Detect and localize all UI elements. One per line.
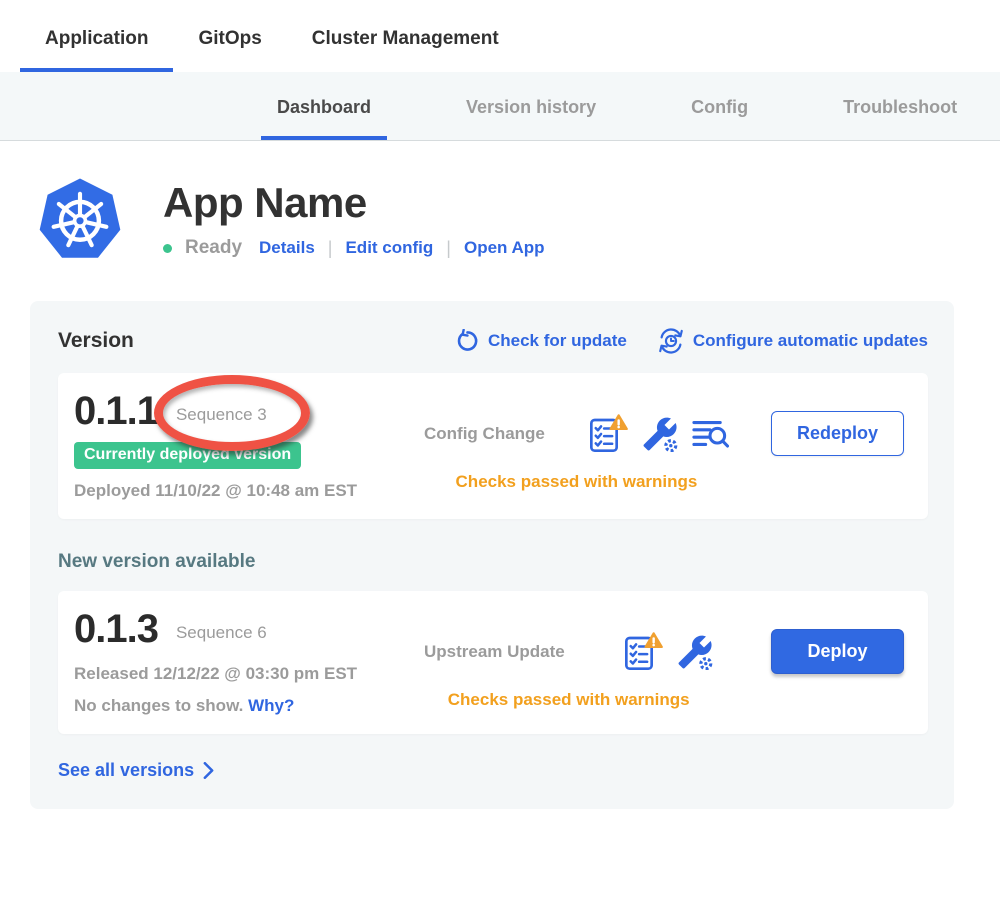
current-checks-status: Checks passed with warnings (424, 472, 729, 492)
available-version-sequence: Sequence 6 (176, 623, 267, 643)
configure-automatic-updates-label: Configure automatic updates (693, 331, 928, 351)
refresh-icon (455, 329, 480, 354)
current-version-number: 0.1.1 (74, 389, 158, 434)
ready-status-dot-icon (163, 244, 172, 253)
status-row: Ready Details | Edit config | Open App (163, 237, 545, 259)
no-changes-text: No changes to show. (74, 696, 243, 715)
no-changes-row: No changes to show. Why? (74, 696, 424, 716)
preflight-checklist-warning-icon[interactable] (587, 414, 629, 454)
version-heading: Version (58, 329, 134, 353)
current-version-source: Config Change (424, 424, 545, 444)
divider: | (446, 238, 451, 259)
check-for-update-link[interactable]: Check for update (455, 329, 627, 354)
configure-automatic-updates-link[interactable]: Configure automatic updates (657, 327, 928, 355)
current-version-info: 0.1.1 Sequence 3 Currently deployed vers… (74, 389, 424, 501)
chevron-right-icon (203, 762, 214, 779)
currently-deployed-badge: Currently deployed version (74, 442, 301, 469)
available-version-card: 0.1.3 Sequence 6 Released 12/12/22 @ 03:… (58, 591, 928, 734)
available-version-actions: Upstream Update (424, 607, 904, 710)
auto-update-clock-icon (657, 327, 685, 355)
tab-version-history[interactable]: Version history (450, 72, 612, 140)
version-panel-actions: Check for update Configure automatic upd… (455, 327, 928, 355)
wrench-gear-icon[interactable] (642, 416, 678, 452)
tab-config[interactable]: Config (675, 72, 764, 140)
details-link[interactable]: Details (259, 238, 315, 258)
see-all-versions-link[interactable]: See all versions (58, 760, 928, 781)
wrench-gear-icon[interactable] (677, 634, 713, 670)
check-for-update-label: Check for update (488, 331, 627, 351)
new-version-heading: New version available (58, 551, 928, 573)
tab-application[interactable]: Application (20, 0, 173, 72)
app-header: App Name Ready Details | Edit config | O… (0, 141, 1000, 267)
deployed-timestamp: Deployed 11/10/22 @ 10:48 am EST (74, 481, 424, 501)
redeploy-button[interactable]: Redeploy (771, 411, 904, 456)
open-app-link[interactable]: Open App (464, 238, 545, 258)
available-checks-status: Checks passed with warnings (424, 690, 713, 710)
current-version-sequence: Sequence 3 (176, 405, 267, 425)
released-timestamp: Released 12/12/22 @ 03:30 pm EST (74, 664, 424, 684)
why-link[interactable]: Why? (248, 696, 294, 715)
available-version-info: 0.1.3 Sequence 6 Released 12/12/22 @ 03:… (74, 607, 424, 716)
available-version-check-icons (622, 632, 713, 672)
tab-gitops[interactable]: GitOps (173, 0, 286, 72)
app-header-text: App Name Ready Details | Edit config | O… (163, 179, 545, 259)
available-version-number: 0.1.3 (74, 607, 158, 652)
edit-config-link[interactable]: Edit config (345, 238, 433, 258)
see-all-versions-label: See all versions (58, 760, 194, 781)
version-panel: Version Check for update (30, 301, 954, 809)
tab-troubleshoot[interactable]: Troubleshoot (827, 72, 973, 140)
current-version-actions: Config Change (424, 389, 904, 492)
sub-nav: Dashboard Version history Config Trouble… (0, 72, 1000, 141)
version-panel-header: Version Check for update (58, 327, 928, 355)
tab-cluster-management[interactable]: Cluster Management (287, 0, 524, 72)
divider: | (328, 238, 333, 259)
deploy-button[interactable]: Deploy (771, 629, 904, 674)
preflight-checklist-warning-icon[interactable] (622, 632, 664, 672)
current-version-check-icons (587, 414, 729, 454)
top-nav: Application GitOps Cluster Management (0, 0, 1000, 72)
kubernetes-logo-icon (35, 171, 125, 267)
status-text: Ready (185, 237, 242, 259)
tab-dashboard[interactable]: Dashboard (261, 72, 387, 140)
page-title: App Name (163, 179, 545, 227)
available-version-source: Upstream Update (424, 642, 565, 662)
current-version-card: 0.1.1 Sequence 3 Currently deployed vers… (58, 373, 928, 519)
diff-log-icon[interactable] (691, 417, 729, 450)
